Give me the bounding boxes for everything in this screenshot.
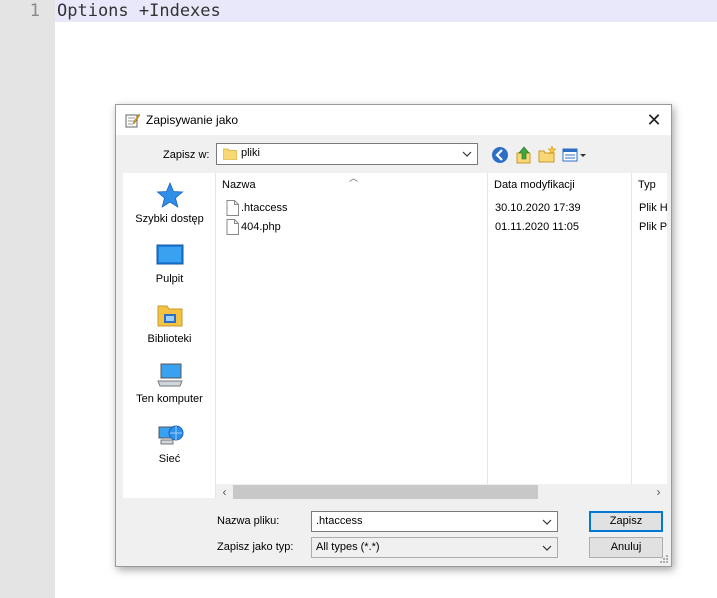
scroll-left-icon[interactable]: ‹ xyxy=(216,484,233,501)
file-date: 30.10.2020 17:39 xyxy=(495,202,581,214)
file-type: Plik P xyxy=(639,221,667,233)
save-button[interactable]: Zapisz xyxy=(589,511,663,532)
scrollbar-thumb[interactable] xyxy=(233,485,538,499)
place-this-pc[interactable]: Ten komputer xyxy=(123,361,216,405)
scroll-right-icon[interactable]: › xyxy=(650,484,667,501)
close-icon: ✕ xyxy=(646,110,662,130)
place-libraries[interactable]: Biblioteki xyxy=(123,301,216,345)
filename-label: Nazwa pliku: xyxy=(217,515,280,527)
dialog-titlebar[interactable]: Zapisywanie jako ✕ xyxy=(116,105,671,135)
view-menu-icon[interactable] xyxy=(561,145,587,165)
filename-input[interactable]: .htaccess xyxy=(311,511,558,532)
file-row[interactable]: 404.php 01.11.2020 11:05 Plik P xyxy=(216,218,667,237)
place-label: Szybki dostęp xyxy=(135,213,204,225)
filetype-label: Zapisz jako typ: xyxy=(217,541,294,553)
chevron-down-icon xyxy=(542,545,552,551)
chevron-down-icon xyxy=(462,151,472,157)
file-name: 404.php xyxy=(241,221,281,233)
filetype-value: All types (*.*) xyxy=(316,541,380,553)
save-in-label: Zapisz w: xyxy=(163,149,210,161)
file-icon xyxy=(226,219,239,235)
file-type: Plik H xyxy=(639,202,667,214)
place-desktop[interactable]: Pulpit xyxy=(123,241,216,285)
place-label: Biblioteki xyxy=(147,333,192,345)
file-name: .htaccess xyxy=(241,202,288,214)
code-line[interactable]: Options +Indexes xyxy=(55,0,717,22)
save-in-value: pliki xyxy=(241,147,260,159)
column-header-type[interactable]: Typ xyxy=(638,173,656,197)
file-list[interactable]: ︿ Nazwa Data modyfikacji Typ .htaccess 3… xyxy=(215,173,667,501)
file-date: 01.11.2020 11:05 xyxy=(495,221,580,233)
desktop-icon xyxy=(156,244,183,265)
file-row[interactable]: .htaccess 30.10.2020 17:39 Plik H xyxy=(216,199,667,218)
new-folder-icon[interactable] xyxy=(537,145,557,165)
computer-icon xyxy=(156,363,183,387)
star-icon xyxy=(155,181,184,208)
save-in-dropdown[interactable]: pliki xyxy=(216,143,478,165)
place-network[interactable]: Sieć xyxy=(123,421,216,465)
up-folder-icon[interactable] xyxy=(514,145,534,165)
network-icon xyxy=(158,425,183,445)
column-header-name[interactable]: Nazwa xyxy=(222,173,256,197)
file-icon xyxy=(226,200,239,216)
place-quick-access[interactable]: Szybki dostęp xyxy=(123,181,216,225)
place-label: Ten komputer xyxy=(136,393,203,405)
save-as-dialog: Zapisywanie jako ✕ Zapisz w: pliki Szybk… xyxy=(115,104,672,567)
line-number: 1 xyxy=(29,1,40,21)
filetype-dropdown[interactable]: All types (*.*) xyxy=(311,537,558,558)
dialog-title: Zapisywanie jako xyxy=(146,113,239,127)
libraries-icon xyxy=(157,305,182,327)
chevron-down-icon[interactable] xyxy=(540,514,554,530)
notepad-icon xyxy=(125,113,140,128)
horizontal-scrollbar[interactable]: ‹ › xyxy=(216,484,667,501)
cancel-button[interactable]: Anuluj xyxy=(589,537,663,558)
place-label: Sieć xyxy=(158,453,181,465)
back-icon[interactable] xyxy=(490,145,510,165)
column-header-date[interactable]: Data modyfikacji xyxy=(494,173,575,197)
place-label: Pulpit xyxy=(155,273,184,285)
resize-grip-icon[interactable] xyxy=(659,554,669,564)
code-text[interactable]: Options +Indexes xyxy=(57,0,221,22)
close-button[interactable]: ✕ xyxy=(637,105,671,135)
places-bar: Szybki dostęp Pulpit Biblioteki Ten komp… xyxy=(123,173,216,498)
editor-gutter xyxy=(0,0,55,598)
sort-ascending-icon: ︿ xyxy=(349,173,359,183)
folder-icon xyxy=(223,148,237,160)
filename-value: .htaccess xyxy=(316,515,363,527)
